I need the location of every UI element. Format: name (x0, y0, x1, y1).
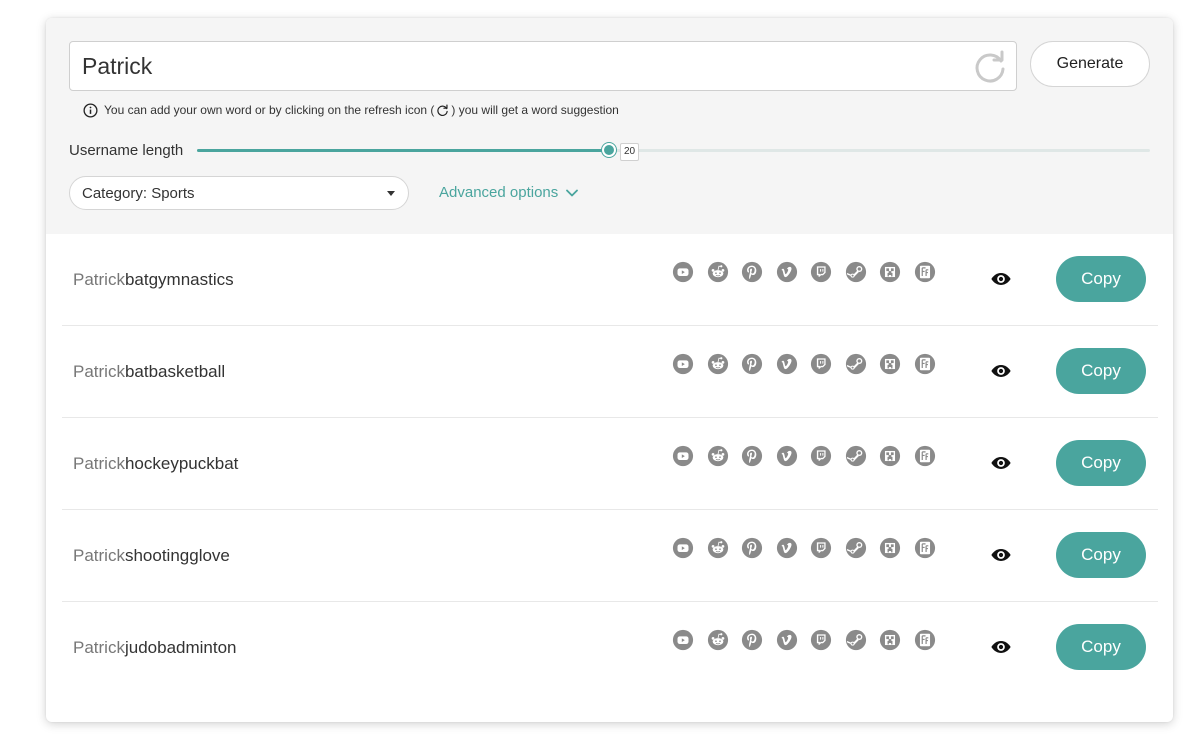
word-input[interactable] (70, 42, 950, 90)
refresh-icon[interactable] (972, 49, 1008, 85)
pinterest-icon[interactable] (741, 537, 763, 559)
minecraft-icon[interactable] (879, 445, 901, 467)
fanfiction-icon[interactable] (914, 353, 936, 375)
twitch-icon[interactable] (810, 261, 832, 283)
result-row: Patrickjudobadminton Copy (62, 602, 1158, 694)
steam-icon[interactable] (845, 629, 867, 651)
eye-icon[interactable] (990, 268, 1012, 290)
username-length-slider[interactable]: 20 (197, 142, 1150, 161)
hint-text-end: ) you will get a word suggestion (451, 103, 619, 117)
vimeo-icon[interactable] (776, 537, 798, 559)
steam-icon[interactable] (845, 261, 867, 283)
eye-icon[interactable] (990, 360, 1012, 382)
username-length-label: Username length (69, 142, 184, 159)
hint-text-start: You can add your own word or by clicking… (104, 103, 435, 117)
category-select[interactable]: Category: Sports (69, 176, 409, 210)
eye-icon[interactable] (990, 636, 1012, 658)
platform-icons (672, 445, 948, 469)
eye-icon[interactable] (990, 544, 1012, 566)
minecraft-icon[interactable] (879, 537, 901, 559)
username-prefix: Patrick (73, 546, 125, 565)
pinterest-icon[interactable] (741, 261, 763, 283)
copy-button[interactable]: Copy (1056, 624, 1146, 670)
username-prefix: Patrick (73, 362, 125, 381)
chevron-down-icon (566, 189, 579, 196)
refresh-icon (437, 104, 449, 116)
reddit-icon[interactable] (707, 445, 729, 467)
username-suffix: judobadminton (124, 638, 237, 657)
reddit-icon[interactable] (707, 537, 729, 559)
result-row: Patrickhockeypuckbat Copy (62, 418, 1158, 510)
username-text: Patrickbatgymnastics (73, 270, 234, 290)
youtube-icon[interactable] (672, 261, 694, 283)
slider-thumb[interactable] (602, 143, 616, 157)
eye-icon[interactable] (990, 452, 1012, 474)
info-icon (83, 102, 98, 118)
copy-button[interactable]: Copy (1056, 532, 1146, 578)
username-text: Patrickhockeypuckbat (73, 454, 238, 474)
category-select-label: Category: Sports (82, 185, 195, 202)
pinterest-icon[interactable] (741, 445, 763, 467)
advanced-options-label: Advanced options (439, 184, 559, 201)
twitch-icon[interactable] (810, 629, 832, 651)
steam-icon[interactable] (845, 353, 867, 375)
fanfiction-icon[interactable] (914, 629, 936, 651)
username-text: Patrickbatbasketball (73, 362, 225, 382)
youtube-icon[interactable] (672, 537, 694, 559)
copy-button[interactable]: Copy (1056, 348, 1146, 394)
result-row: Patrickbatgymnastics Copy (62, 234, 1158, 326)
steam-icon[interactable] (845, 445, 867, 467)
minecraft-icon[interactable] (879, 353, 901, 375)
username-prefix: Patrick (73, 638, 125, 657)
advanced-options-toggle[interactable]: Advanced options (439, 184, 579, 201)
username-prefix: Patrick (73, 270, 125, 289)
youtube-icon[interactable] (672, 445, 694, 467)
slider-fill (197, 149, 609, 152)
pinterest-icon[interactable] (741, 353, 763, 375)
generate-button[interactable]: Generate (1030, 41, 1150, 87)
vimeo-icon[interactable] (776, 445, 798, 467)
youtube-icon[interactable] (672, 629, 694, 651)
word-input-wrapper (69, 41, 1017, 91)
vimeo-icon[interactable] (776, 261, 798, 283)
steam-icon[interactable] (845, 537, 867, 559)
username-suffix: batgymnastics (124, 270, 234, 289)
result-row: Patrickshootingglove Copy (62, 510, 1158, 602)
vimeo-icon[interactable] (776, 353, 798, 375)
copy-button[interactable]: Copy (1056, 440, 1146, 486)
platform-icons (672, 629, 948, 653)
result-row: Patrickbatbasketball Copy (62, 326, 1158, 418)
username-prefix: Patrick (73, 454, 125, 473)
vimeo-icon[interactable] (776, 629, 798, 651)
fanfiction-icon[interactable] (914, 261, 936, 283)
reddit-icon[interactable] (707, 629, 729, 651)
username-text: Patrickjudobadminton (73, 638, 237, 658)
youtube-icon[interactable] (672, 353, 694, 375)
twitch-icon[interactable] (810, 445, 832, 467)
caret-down-icon (387, 191, 395, 196)
platform-icons (672, 261, 948, 285)
copy-button[interactable]: Copy (1056, 256, 1146, 302)
platform-icons (672, 353, 948, 377)
slider-value: 20 (620, 143, 640, 161)
twitch-icon[interactable] (810, 537, 832, 559)
reddit-icon[interactable] (707, 261, 729, 283)
generator-card: Generate You can add your own word or by… (46, 18, 1173, 722)
reddit-icon[interactable] (707, 353, 729, 375)
username-suffix: batbasketball (124, 362, 226, 381)
username-text: Patrickshootingglove (73, 546, 230, 566)
pinterest-icon[interactable] (741, 629, 763, 651)
username-suffix: hockeypuckbat (124, 454, 239, 473)
refresh-hint: You can add your own word or by clicking… (83, 101, 619, 119)
minecraft-icon[interactable] (879, 629, 901, 651)
generator-controls: Generate You can add your own word or by… (46, 18, 1173, 234)
fanfiction-icon[interactable] (914, 445, 936, 467)
fanfiction-icon[interactable] (914, 537, 936, 559)
username-suffix: shootingglove (124, 546, 230, 565)
minecraft-icon[interactable] (879, 261, 901, 283)
platform-icons (672, 537, 948, 561)
twitch-icon[interactable] (810, 353, 832, 375)
